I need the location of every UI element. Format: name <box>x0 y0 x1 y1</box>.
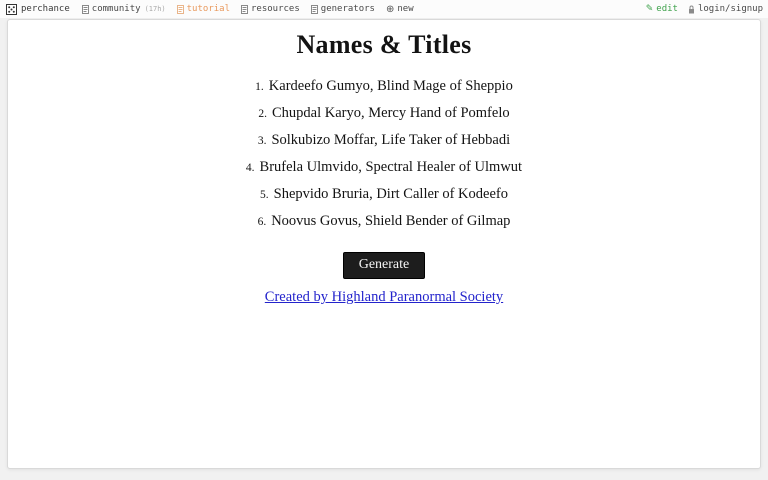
item-text: Shepvido Bruria, Dirt Caller of Kodeefo <box>273 185 508 202</box>
brand-label: perchance <box>21 4 70 14</box>
nav-suffix: (17h) <box>144 5 166 13</box>
perchance-logo-icon <box>6 3 17 15</box>
list-item: 5. Shepvido Bruria, Dirt Caller of Kodeef… <box>8 181 760 208</box>
nav-label: new <box>397 4 414 14</box>
nav-item-tutorial[interactable]: tutorial <box>176 4 230 14</box>
login-label: login/signup <box>697 4 763 14</box>
list-item: 2. Chupdal Karyo, Mercy Hand of Pomfelo <box>8 100 760 127</box>
item-number: 3. <box>257 134 267 147</box>
edit-label: edit <box>656 4 678 14</box>
item-text: Noovus Govus, Shield Bender of Gilmap <box>271 212 511 229</box>
lock-icon <box>688 5 695 14</box>
item-text: Solkubizo Moffar, Life Taker of Hebbadi <box>271 131 511 148</box>
book-icon <box>176 4 184 14</box>
circle-plus-icon: ⊕ <box>385 3 395 15</box>
item-number: 4. <box>245 161 255 174</box>
nav-item-new[interactable]: ⊕ new <box>386 4 414 15</box>
pencil-icon: ✎ <box>645 4 654 14</box>
generate-button[interactable]: Generate <box>342 251 426 279</box>
nav-item-resources[interactable]: resources <box>241 4 300 14</box>
item-text: Brufela Ulmvido, Spectral Healer of Ulmw… <box>259 158 523 175</box>
list-item: 1. Kardeefo Gumyo, Blind Mage of Sheppio <box>8 73 760 100</box>
item-text: Chupdal Karyo, Mercy Hand of Pomfelo <box>272 104 510 121</box>
topbar: perchance community (17h) tutorial resou… <box>0 0 768 18</box>
item-number: 6. <box>257 215 267 228</box>
brand-link[interactable]: perchance <box>6 3 70 15</box>
credit-link[interactable]: Created by Highland Paranormal Society <box>265 289 503 306</box>
book-icon <box>310 4 318 14</box>
list-item: 3. Solkubizo Moffar, Life Taker of Hebbad… <box>8 127 760 154</box>
item-text: Kardeefo Gumyo, Blind Mage of Sheppio <box>268 77 513 94</box>
item-number: 2. <box>258 107 268 120</box>
nav-item-community[interactable]: community (17h) <box>81 4 166 14</box>
list-item: 6. Noovus Govus, Shield Bender of Gilmap <box>8 208 760 235</box>
results-list: 1. Kardeefo Gumyo, Blind Mage of Sheppio … <box>8 73 760 235</box>
nav-item-generators[interactable]: generators <box>310 4 375 14</box>
nav-label: generators <box>320 4 375 14</box>
nav-label: resources <box>251 4 300 14</box>
book-icon <box>81 4 89 14</box>
generator-frame: Names & Titles 1. Kardeefo Gumyo, Blind M… <box>7 19 761 469</box>
page-title: Names & Titles <box>296 30 472 59</box>
book-icon <box>241 4 248 14</box>
item-number: 5. <box>260 188 269 201</box>
nav-label: tutorial <box>186 4 230 14</box>
nav-label: community <box>91 4 141 14</box>
item-number: 1. <box>255 80 264 93</box>
list-item: 4. Brufela Ulmvido, Spectral Healer of Ul… <box>8 154 760 181</box>
login-link[interactable]: login/signup <box>688 4 763 14</box>
edit-link[interactable]: ✎ edit <box>646 4 678 14</box>
